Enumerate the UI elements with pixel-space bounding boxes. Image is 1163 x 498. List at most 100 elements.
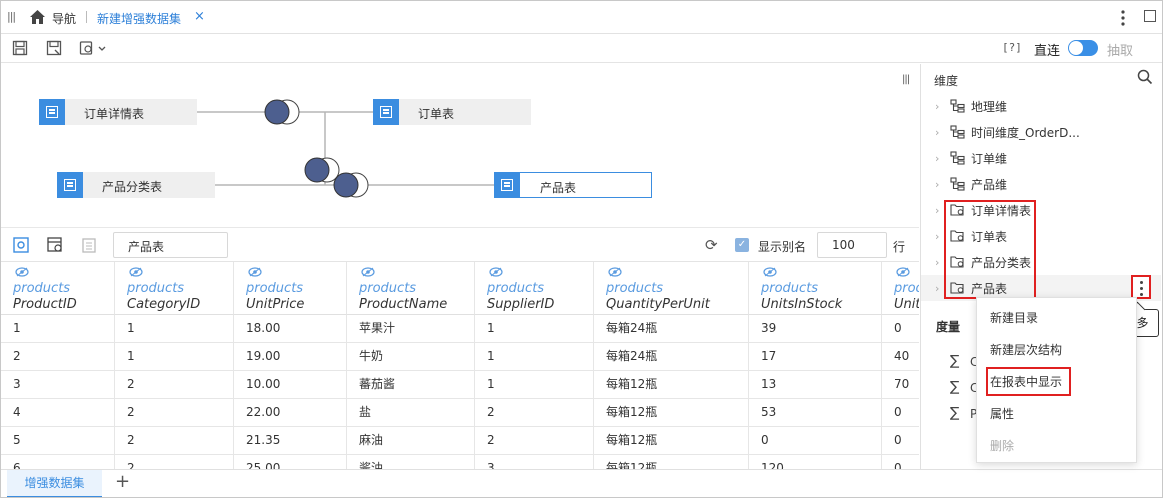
grid-cell[interactable]: 19.00: [234, 343, 347, 371]
column-header[interactable]: products QuantityPerUnit: [594, 262, 749, 315]
grid-cell[interactable]: 每箱24瓶: [594, 343, 749, 371]
visibility-icon[interactable]: [361, 267, 375, 277]
grid-cell[interactable]: 70: [882, 371, 919, 399]
grid-cell[interactable]: 每箱24瓶: [594, 315, 749, 343]
grid-cell[interactable]: 21.35: [234, 427, 347, 455]
grid-cell[interactable]: 1: [115, 343, 234, 371]
table-node[interactable]: 产品分类表: [57, 172, 215, 198]
table-name-input[interactable]: 产品表: [113, 232, 228, 258]
collapse-panel-icon[interactable]: |||: [902, 74, 910, 85]
properties-menu-item[interactable]: 属性: [990, 405, 1014, 422]
grid-cell[interactable]: 39: [749, 315, 882, 343]
dataset-sheet-tab[interactable]: 增强数据集: [7, 470, 102, 497]
grid-cell[interactable]: 18.00: [234, 315, 347, 343]
home-icon[interactable]: [29, 9, 46, 25]
grid-cell[interactable]: 5: [1, 427, 115, 455]
grid-cell[interactable]: 120: [749, 455, 882, 469]
add-sheet-icon[interactable]: +: [115, 471, 130, 492]
grid-cell[interactable]: 2: [1, 343, 115, 371]
help-button[interactable]: [?]: [1002, 41, 1022, 54]
grid-cell[interactable]: 0: [882, 399, 919, 427]
settings-dropdown-icon[interactable]: [79, 40, 109, 56]
chevron-right-icon[interactable]: ›: [935, 126, 939, 139]
grid-cell[interactable]: 酱油: [347, 455, 475, 469]
visibility-icon[interactable]: [129, 267, 143, 277]
visibility-icon[interactable]: [896, 267, 910, 277]
grid-cell[interactable]: 40: [882, 343, 919, 371]
column-header[interactable]: products CategoryID: [115, 262, 234, 315]
dimension-item[interactable]: › 订单维: [921, 145, 1161, 171]
grid-cell[interactable]: 13: [749, 371, 882, 399]
grid-cell[interactable]: 4: [1, 399, 115, 427]
grid-cell[interactable]: 每箱12瓶: [594, 399, 749, 427]
grid-cell[interactable]: 3: [475, 455, 594, 469]
grid-cell[interactable]: 25.00: [234, 455, 347, 469]
grid-cell[interactable]: 牛奶: [347, 343, 475, 371]
dimension-item[interactable]: › 时间维度_OrderD...: [921, 119, 1161, 145]
dimension-item[interactable]: › 地理维: [921, 93, 1161, 119]
join-icon[interactable]: [263, 98, 303, 126]
save-as-icon[interactable]: [46, 40, 62, 56]
grid-cell[interactable]: 1: [1, 315, 115, 343]
new-folder-menu-item[interactable]: 新建目录: [990, 309, 1038, 326]
mode-toggle[interactable]: [1068, 40, 1098, 56]
close-tab-icon[interactable]: ×: [194, 9, 205, 24]
grid-cell[interactable]: 17: [749, 343, 882, 371]
grid-cell[interactable]: 2: [115, 427, 234, 455]
grid-cell[interactable]: 2: [115, 371, 234, 399]
dimension-item[interactable]: › 产品维: [921, 171, 1161, 197]
join-icon[interactable]: [332, 171, 372, 199]
grid-cell[interactable]: 每箱12瓶: [594, 427, 749, 455]
menu-toggle-icon[interactable]: |||: [7, 11, 17, 23]
grid-cell[interactable]: 蕃茄酱: [347, 371, 475, 399]
column-header[interactable]: products ProductName: [347, 262, 475, 315]
chevron-right-icon[interactable]: ›: [935, 230, 939, 243]
grid-cell[interactable]: 麻油: [347, 427, 475, 455]
grid-cell[interactable]: 2: [475, 427, 594, 455]
grid-cell[interactable]: 2: [115, 455, 234, 469]
column-header[interactable]: products SupplierID: [475, 262, 594, 315]
table-node-selected[interactable]: 产品表: [494, 172, 652, 198]
chevron-right-icon[interactable]: ›: [935, 256, 939, 269]
chevron-right-icon[interactable]: ›: [935, 282, 939, 295]
column-header[interactable]: products UnitsInStock: [749, 262, 882, 315]
visibility-icon[interactable]: [248, 267, 262, 277]
chevron-right-icon[interactable]: ›: [935, 152, 939, 165]
column-header[interactable]: products ProductID: [1, 262, 115, 315]
visibility-icon[interactable]: [489, 267, 503, 277]
visibility-icon[interactable]: [608, 267, 622, 277]
more-vertical-icon[interactable]: [1116, 9, 1130, 27]
chevron-right-icon[interactable]: ›: [935, 204, 939, 217]
new-hierarchy-menu-item[interactable]: 新建层次结构: [990, 341, 1062, 358]
table-settings-icon[interactable]: [47, 237, 63, 253]
grid-cell[interactable]: 0: [749, 427, 882, 455]
refresh-icon[interactable]: ⟳: [705, 236, 718, 254]
table-node[interactable]: 订单详情表: [39, 99, 197, 125]
dataset-tab[interactable]: 新建增强数据集: [97, 10, 181, 27]
table-node[interactable]: 订单表: [373, 99, 531, 125]
grid-cell[interactable]: 1: [475, 371, 594, 399]
chevron-right-icon[interactable]: ›: [935, 100, 939, 113]
grid-cell[interactable]: 苹果汁: [347, 315, 475, 343]
grid-cell[interactable]: 22.00: [234, 399, 347, 427]
search-icon[interactable]: [1137, 69, 1153, 85]
show-alias-checkbox[interactable]: ✓: [735, 238, 749, 252]
maximize-icon[interactable]: [1144, 10, 1156, 22]
grid-cell[interactable]: 10.00: [234, 371, 347, 399]
grid-cell[interactable]: 0: [882, 427, 919, 455]
grid-cell[interactable]: 53: [749, 399, 882, 427]
grid-cell[interactable]: 3: [1, 371, 115, 399]
row-count-input[interactable]: 100: [817, 232, 887, 258]
grid-cell[interactable]: 0: [882, 315, 919, 343]
grid-cell[interactable]: 1: [475, 343, 594, 371]
grid-cell[interactable]: 2: [475, 399, 594, 427]
grid-cell[interactable]: 1: [475, 315, 594, 343]
column-header[interactable]: products UnitPrice: [234, 262, 347, 315]
show-in-report-menu-item[interactable]: 在报表中显示: [990, 373, 1062, 390]
grid-cell[interactable]: 盐: [347, 399, 475, 427]
preview-icon[interactable]: [13, 237, 29, 253]
chevron-right-icon[interactable]: ›: [935, 178, 939, 191]
more-button[interactable]: [1131, 275, 1151, 299]
grid-cell[interactable]: 0: [882, 455, 919, 469]
grid-cell[interactable]: 1: [115, 315, 234, 343]
